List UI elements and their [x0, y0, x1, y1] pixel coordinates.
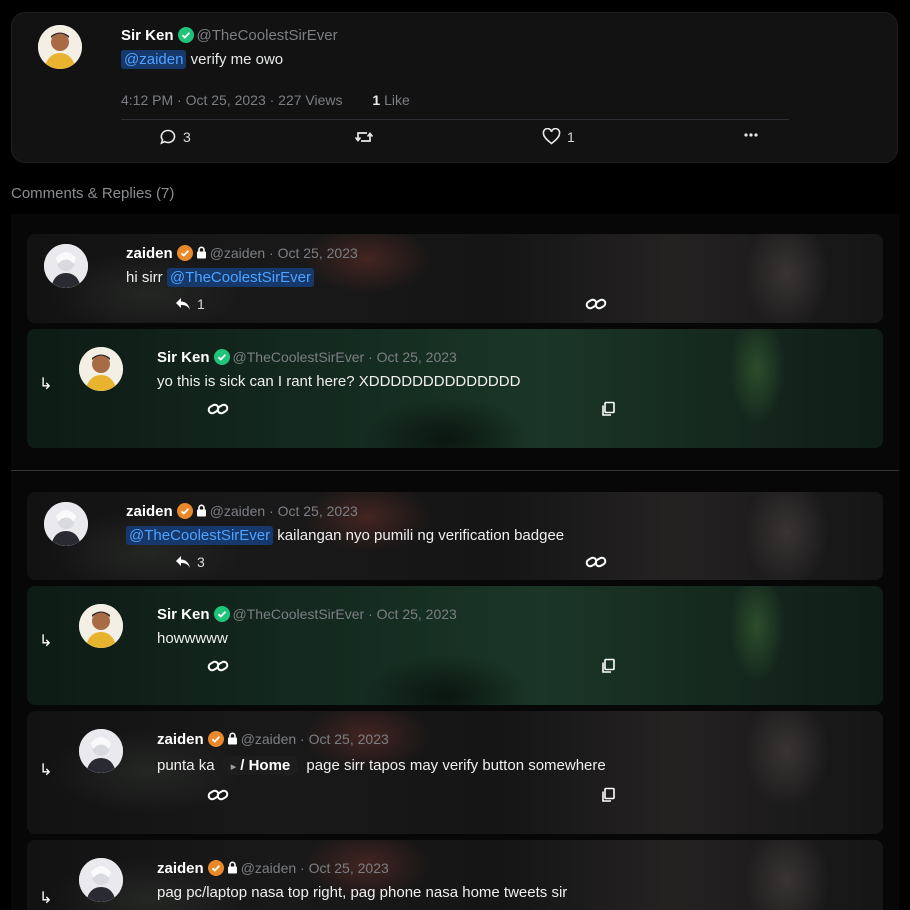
reply-author-handle[interactable]: @TheCoolestSirEver · Oct 25, 2023	[233, 606, 457, 622]
comment-card[interactable]: zaiden @zaiden · Oct 25, 2023 hi sirr @Th…	[27, 234, 883, 323]
link-icon[interactable]	[207, 787, 229, 803]
mention-link[interactable]: @TheCoolestSirEver	[166, 268, 314, 287]
comments-section-title: Comments & Replies (7)	[11, 185, 175, 202]
verified-badge-icon	[177, 27, 194, 43]
lock-icon	[227, 861, 237, 874]
comment-author-name[interactable]: zaiden	[126, 503, 173, 520]
avatar-zaiden[interactable]	[44, 244, 88, 288]
post-author-line: Sir Ken @TheCoolestSirEver	[121, 27, 338, 44]
like-count: 1	[567, 128, 575, 145]
verified-badge-icon	[213, 606, 230, 622]
reply-text: pag pc/laptop nasa top right, pag phone …	[157, 884, 568, 901]
divider	[121, 119, 789, 120]
reply-text: howwwww	[157, 630, 228, 647]
reply-count: 3	[197, 554, 205, 570]
replies-button[interactable]: 3	[175, 554, 205, 570]
post-author-name[interactable]: Sir Ken	[121, 27, 174, 44]
comment-card[interactable]: zaiden @zaiden · Oct 25, 2023 @TheCoolest…	[27, 492, 883, 580]
mention-link[interactable]: @TheCoolestSirEver	[126, 526, 274, 545]
comment-text: hi sirr @TheCoolestSirEver	[126, 268, 314, 287]
replies-button[interactable]: 1	[175, 296, 205, 312]
reply-author-name[interactable]: Sir Ken	[157, 349, 210, 366]
comment-text-part: hi sirr	[126, 269, 167, 286]
copy-icon[interactable]	[600, 401, 616, 417]
mention-link[interactable]: @zaiden	[121, 50, 187, 69]
avatar-zaiden[interactable]	[79, 858, 123, 902]
reply-text-part: page sirr tapos may verify button somewh…	[302, 757, 606, 774]
home-link-label: / Home	[240, 757, 291, 774]
link-icon[interactable]	[207, 401, 229, 417]
reply-icon	[176, 298, 190, 310]
reply-text-part: punta ka	[157, 757, 219, 774]
post-likes-label: Like	[380, 92, 410, 108]
post-author-handle[interactable]: @TheCoolestSirEver	[197, 27, 338, 44]
home-page-link[interactable]: ▸ / Home	[222, 756, 299, 775]
avatar-zaiden[interactable]	[44, 502, 88, 546]
post-timestamp: 4:12 PM · Oct 25, 2023 · 227 Views	[121, 92, 343, 108]
reply-author-name[interactable]: zaiden	[157, 731, 204, 748]
repost-button[interactable]	[354, 128, 374, 146]
post-body: @zaiden verify me owo	[121, 50, 284, 69]
avatar-sir-ken[interactable]	[79, 347, 123, 391]
verified-badge-icon	[207, 731, 224, 747]
reply-author-handle[interactable]: @TheCoolestSirEver · Oct 25, 2023	[233, 349, 457, 365]
reply-author-line: zaiden @zaiden · Oct 25, 2023	[157, 860, 389, 877]
main-post: Sir Ken @TheCoolestSirEver @zaiden verify…	[11, 12, 898, 163]
reply-author-handle[interactable]: @zaiden · Oct 25, 2023	[241, 731, 389, 747]
reply-author-handle[interactable]: @zaiden · Oct 25, 2023	[241, 860, 389, 876]
comment-text-part: kailangan nyo pumili ng verification bad…	[273, 527, 565, 544]
reply-card[interactable]: ↳ zaiden @zaiden · Oct 25, 2023 pag pc/la…	[27, 840, 883, 910]
avatar-sir-ken[interactable]	[79, 604, 123, 648]
repost-icon	[354, 132, 374, 142]
lock-icon	[196, 504, 206, 517]
post-text: verify me owo	[186, 51, 284, 68]
link-icon[interactable]	[207, 658, 229, 674]
comment-text: @TheCoolestSirEver kailangan nyo pumili …	[126, 526, 565, 545]
verified-badge-icon	[207, 860, 224, 876]
comment-icon	[160, 129, 176, 145]
comment-count: 3	[183, 129, 191, 145]
avatar-sir-ken[interactable]	[38, 25, 82, 69]
like-button[interactable]: 1	[542, 128, 575, 145]
reply-icon	[176, 556, 190, 568]
home-link-icon: ▸	[230, 761, 237, 773]
lock-icon	[227, 732, 237, 745]
reply-author-name[interactable]: zaiden	[157, 860, 204, 877]
comment-author-handle[interactable]: @zaiden · Oct 25, 2023	[210, 503, 358, 519]
reply-author-line: zaiden @zaiden · Oct 25, 2023	[157, 731, 389, 748]
reply-text: punta ka ▸ / Home page sirr tapos may ver…	[157, 756, 606, 775]
copy-icon[interactable]	[600, 658, 616, 674]
avatar-zaiden[interactable]	[79, 729, 123, 773]
reply-author-line: Sir Ken @TheCoolestSirEver · Oct 25, 2023	[157, 606, 457, 623]
reply-arrow-icon: ↳	[39, 376, 53, 393]
verified-badge-icon	[176, 503, 193, 519]
reply-count: 1	[197, 296, 205, 312]
copy-icon[interactable]	[600, 787, 616, 803]
lock-icon	[196, 246, 206, 259]
comment-author-line: zaiden @zaiden · Oct 25, 2023	[126, 503, 358, 520]
comment-button[interactable]: 3	[159, 128, 191, 146]
post-meta: 4:12 PM · Oct 25, 2023 · 227 Views 1 Lik…	[121, 92, 410, 108]
post-likes-summary[interactable]: 1 Like	[372, 92, 409, 108]
reply-arrow-icon: ↳	[39, 762, 53, 779]
verified-badge-icon	[213, 349, 230, 365]
more-icon	[744, 133, 758, 137]
comment-author-handle[interactable]: @zaiden · Oct 25, 2023	[210, 245, 358, 261]
heart-icon	[542, 128, 561, 145]
reply-card[interactable]: ↳ zaiden @zaiden · Oct 25, 2023 punta ka …	[27, 711, 883, 834]
reply-card[interactable]: ↳ Sir Ken @TheCoolestSirEver · Oct 25, 20…	[27, 586, 883, 705]
comment-author-line: zaiden @zaiden · Oct 25, 2023	[126, 245, 358, 262]
reply-arrow-icon: ↳	[39, 890, 53, 907]
reply-text: yo this is sick can I rant here? XDDDDDD…	[157, 373, 521, 390]
link-icon[interactable]	[585, 296, 607, 312]
comment-author-name[interactable]: zaiden	[126, 245, 173, 262]
reply-card[interactable]: ↳ Sir Ken @TheCoolestSirEver · Oct 25, 20…	[27, 329, 883, 448]
reply-arrow-icon: ↳	[39, 633, 53, 650]
more-options-button[interactable]	[743, 127, 759, 143]
verified-badge-icon	[176, 245, 193, 261]
link-icon[interactable]	[585, 554, 607, 570]
reply-author-name[interactable]: Sir Ken	[157, 606, 210, 623]
reply-author-line: Sir Ken @TheCoolestSirEver · Oct 25, 2023	[157, 349, 457, 366]
